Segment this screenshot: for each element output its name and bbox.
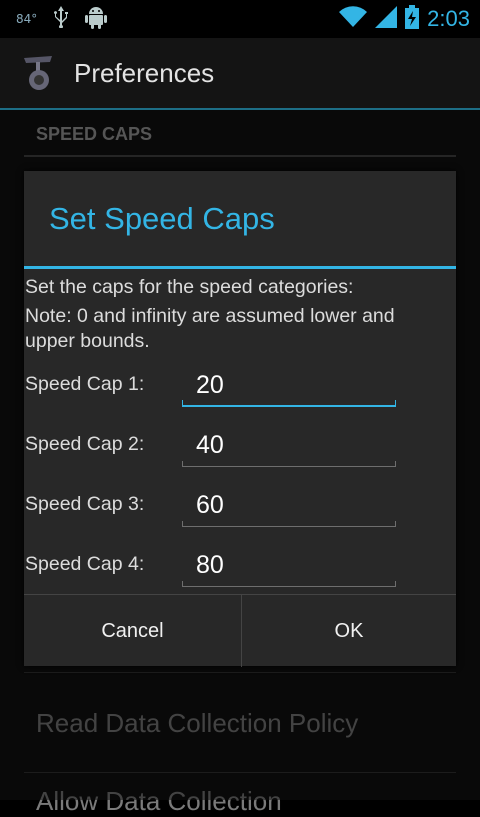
speed-cap-2-input[interactable] [182, 425, 402, 465]
signal-icon [375, 6, 398, 32]
speed-cap-1-input[interactable] [182, 365, 402, 405]
dialog-note: Note: 0 and infinity are assumed lower a… [25, 305, 395, 352]
speed-cap-3-label: Speed Cap 3: [25, 493, 145, 515]
android-debug-icon [85, 5, 108, 33]
speed-cap-3-input[interactable] [182, 485, 402, 525]
dialog-title-divider [24, 266, 456, 269]
speed-cap-4-field [182, 545, 402, 587]
status-bar-right: 2:03 [339, 0, 470, 38]
input-underline [182, 521, 396, 527]
speed-cap-1-field [182, 365, 402, 407]
dialog-message-line: Set the caps for the speed categories: [25, 276, 354, 298]
speed-cap-4-input[interactable] [182, 545, 402, 585]
cancel-button[interactable]: Cancel [24, 595, 242, 667]
status-bar: 84° 2:03 [0, 0, 480, 38]
action-bar: Preferences [0, 38, 480, 110]
temperature-indicator: 84° [16, 12, 38, 26]
ok-button[interactable]: OK [242, 595, 456, 667]
speed-cap-4-label: Speed Cap 4: [25, 553, 145, 575]
battery-charging-icon [405, 5, 420, 33]
usb-icon [53, 6, 69, 32]
speed-caps-dialog: Set Speed Caps Set the caps for the spee… [24, 171, 456, 667]
input-underline [182, 461, 396, 467]
dialog-title: Set Speed Caps [49, 201, 275, 236]
wifi-icon [339, 6, 368, 32]
status-bar-left: 84° [16, 0, 108, 38]
clock: 2:03 [427, 6, 470, 31]
speed-cap-1-label: Speed Cap 1: [25, 373, 145, 395]
input-underline [182, 581, 396, 587]
app-logo-icon[interactable] [22, 54, 56, 92]
page-title: Preferences [74, 58, 215, 88]
dialog-button-bar: Cancel OK [24, 594, 456, 667]
input-underline [182, 400, 396, 407]
dialog-message: Set the caps for the speed categories: N… [25, 275, 445, 358]
speed-cap-2-label: Speed Cap 2: [25, 433, 145, 455]
speed-cap-2-field [182, 425, 402, 467]
speed-cap-3-field [182, 485, 402, 527]
